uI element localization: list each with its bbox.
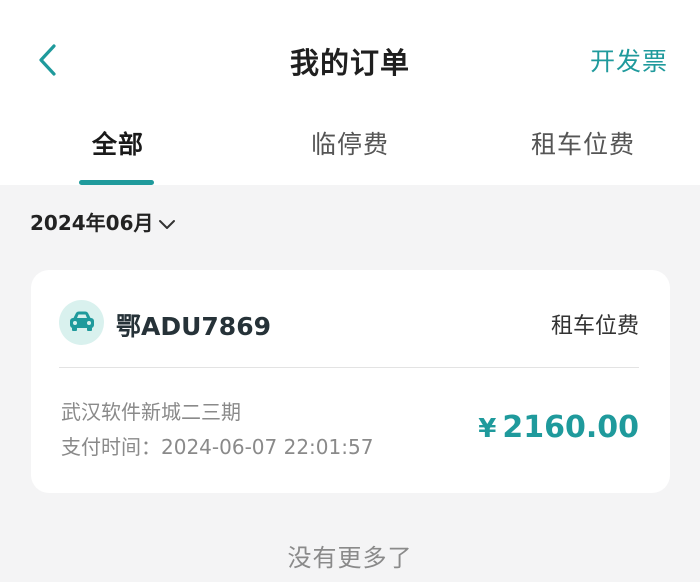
invoice-button[interactable]: 开发票: [590, 42, 668, 78]
payment-time-value: 2024-06-07 22:01:57: [161, 435, 374, 459]
tab-all[interactable]: 全部: [78, 125, 158, 161]
tab-temporary-parking[interactable]: 临停费: [300, 125, 400, 161]
payment-time: 支付时间：2024-06-07 22:01:57: [61, 431, 373, 460]
divider: [59, 367, 639, 368]
no-more-text: 没有更多了: [287, 544, 413, 572]
license-plate: 鄂ADU7869: [116, 312, 271, 341]
tab-bar: 全部 临停费 租车位费: [0, 125, 700, 185]
car-icon: [68, 310, 96, 336]
header: 我的订单 开发票 全部 临停费 租车位费: [0, 0, 700, 185]
order-amount: ¥2160.00: [478, 410, 639, 445]
month-picker[interactable]: 2024年06月: [30, 206, 176, 236]
chevron-down-icon: [158, 212, 176, 236]
payment-time-label: 支付时间：: [61, 435, 161, 459]
tab-space-rental[interactable]: 租车位费: [520, 125, 646, 161]
car-avatar: [59, 300, 104, 345]
currency-symbol: ¥: [478, 414, 497, 444]
order-card[interactable]: 鄂ADU7869 租车位费 武汉软件新城二三期 支付时间：2024-06-07 …: [31, 270, 670, 493]
amount-value: 2160.00: [502, 410, 639, 445]
fee-type: 租车位费: [550, 314, 639, 339]
active-tab-indicator: [79, 180, 154, 185]
month-label: 2024年06月: [30, 210, 154, 235]
parking-location: 武汉软件新城二三期: [61, 400, 241, 424]
